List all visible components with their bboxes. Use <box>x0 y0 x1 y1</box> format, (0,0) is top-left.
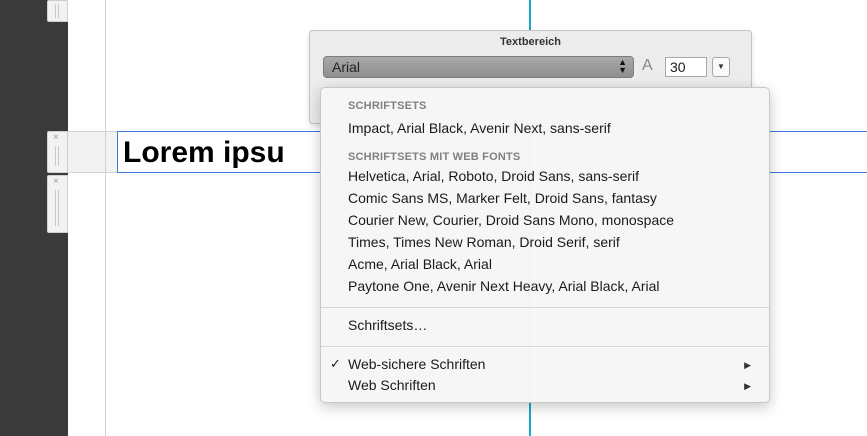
row-band <box>68 131 118 173</box>
stepper-icon: ▲ ▼ <box>618 57 627 75</box>
menu-section-header-web: SCHRIFTSETS MIT WEB FONTS <box>348 151 521 163</box>
font-set-menu: SCHRIFTSETS Impact, Arial Black, Avenir … <box>320 87 770 403</box>
grip-icon <box>55 4 61 18</box>
grip-icon <box>55 190 61 226</box>
font-size-icon: A <box>642 57 653 74</box>
top-resize-handle[interactable] <box>47 0 68 22</box>
menu-item-font-set[interactable]: Acme, Arial Black, Arial <box>348 256 492 272</box>
menu-item-manage-font-sets[interactable]: Schriftsets… <box>348 317 427 333</box>
menu-item-font-set[interactable]: Paytone One, Avenir Next Heavy, Arial Bl… <box>348 278 660 294</box>
menu-item-font-set[interactable]: Impact, Arial Black, Avenir Next, sans-s… <box>348 120 611 136</box>
font-size-dropdown-button[interactable]: ▼ <box>712 57 730 77</box>
heading-text[interactable]: Lorem ipsu <box>123 136 285 170</box>
checkmark-icon: ✓ <box>330 356 341 371</box>
panel-title: Textbereich <box>500 36 561 48</box>
submenu-arrow-icon: ▶ <box>744 360 751 370</box>
menu-item-web-fonts[interactable]: Web Schriften <box>348 377 436 393</box>
grip-icon <box>55 146 61 166</box>
menu-item-font-set[interactable]: Times, Times New Roman, Droid Serif, ser… <box>348 234 620 250</box>
row-handle-1[interactable]: × <box>47 131 68 173</box>
close-icon[interactable]: × <box>53 133 59 143</box>
menu-item-web-safe-fonts[interactable]: Web-sichere Schriften <box>348 356 485 372</box>
menu-section-header: SCHRIFTSETS <box>348 100 427 112</box>
row-handle-2[interactable]: × <box>47 175 68 233</box>
menu-separator <box>321 307 769 308</box>
menu-item-font-set[interactable]: Helvetica, Arial, Roboto, Droid Sans, sa… <box>348 168 639 184</box>
submenu-arrow-icon: ▶ <box>744 381 751 391</box>
page-margin-line <box>105 0 106 436</box>
font-family-select[interactable]: Arial ▲ ▼ <box>323 56 634 78</box>
menu-separator <box>321 346 769 347</box>
close-icon[interactable]: × <box>53 177 59 187</box>
menu-item-font-set[interactable]: Courier New, Courier, Droid Sans Mono, m… <box>348 212 674 228</box>
font-family-value: Arial <box>332 59 361 75</box>
menu-item-font-set[interactable]: Comic Sans MS, Marker Felt, Droid Sans, … <box>348 190 657 206</box>
font-size-input[interactable]: 30 <box>665 57 707 77</box>
